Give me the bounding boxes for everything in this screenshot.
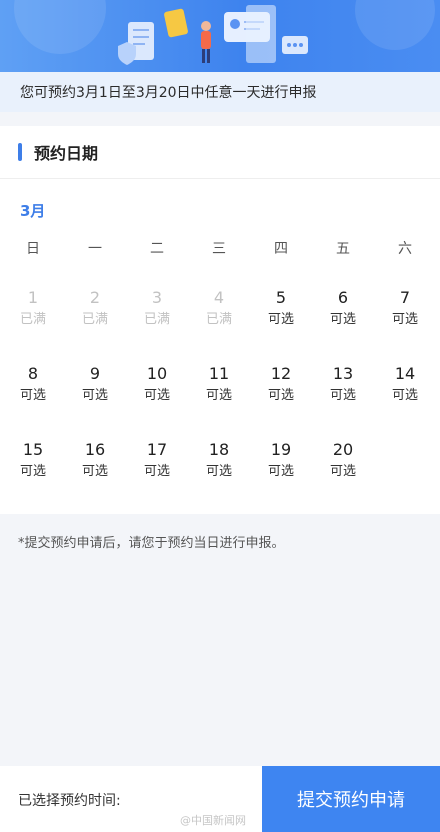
day-number: 11 [208,364,230,383]
day-cell-7[interactable]: 7 可选 [374,288,436,332]
day-status: 可选 [329,464,356,479]
weekday-thu: 四 [274,241,288,257]
selected-time-label: 已选择预约时间: [18,793,121,809]
day-number: 7 [399,288,411,307]
submit-appointment-button[interactable]: 提交预约申请 [262,766,440,832]
weekday-sat: 六 [398,241,412,257]
day-status: 已满 [19,312,46,327]
weekday-fri: 五 [336,241,350,257]
banner-illustration [14,0,435,65]
day-cell-13[interactable]: 13 可选 [312,364,374,408]
title-accent-bar [18,143,22,161]
date-picker-card: 预约日期 3月 日 一 二 三 四 五 六 1 已满 2 已满 3 已满 4 已满 5 可… [0,126,440,514]
day-number: 3 [151,288,163,307]
day-status: 可选 [267,312,294,327]
day-status: 可选 [391,388,418,403]
day-number: 19 [270,440,292,459]
day-number: 18 [208,440,230,459]
day-number: 5 [275,288,287,307]
day-number: 10 [146,364,168,383]
day-status: 可选 [205,464,232,479]
day-cell-15[interactable]: 15 可选 [2,440,64,484]
day-status: 可选 [19,464,46,479]
day-cell-4: 4 已满 [188,288,250,332]
calendar-grid: 1 已满 2 已满 3 已满 4 已满 5 可选 6 可选 7 可选 8 可选 9 可选 10 可选… [0,286,440,496]
day-cell-8[interactable]: 8 可选 [2,364,64,408]
day-number: 16 [84,440,106,459]
day-cell-11[interactable]: 11 可选 [188,364,250,408]
weekday-tue: 二 [150,241,164,257]
day-status: 可选 [19,388,46,403]
footnote-text: *提交预约申请后，请您于预约当日进行申报。 [18,536,285,551]
day-status: 可选 [143,464,170,479]
day-status: 可选 [267,464,294,479]
day-cell-5[interactable]: 5 可选 [250,288,312,332]
weekday-sun: 日 [26,241,40,257]
day-status: 可选 [267,388,294,403]
notice-text: 您可预约3月1日至3月20日中任意一天进行申报 [20,85,317,101]
notice-bar: 您可预约3月1日至3月20日中任意一天进行申报 [0,72,440,112]
day-cell-1: 1 已满 [2,288,64,332]
day-number: 20 [332,440,354,459]
day-cell-3: 3 已满 [126,288,188,332]
day-number: 6 [337,288,349,307]
day-number: 4 [213,288,225,307]
day-cell-16[interactable]: 16 可选 [64,440,126,484]
day-cell-19[interactable]: 19 可选 [250,440,312,484]
day-status: 可选 [205,388,232,403]
day-status: 可选 [81,388,108,403]
day-cell-10[interactable]: 10 可选 [126,364,188,408]
day-cell-14[interactable]: 14 可选 [374,364,436,408]
day-number: 9 [89,364,101,383]
weekday-mon: 一 [88,241,102,257]
day-status: 可选 [143,388,170,403]
header-banner [0,0,440,72]
month-label: 3月 [20,202,46,220]
day-cell-17[interactable]: 17 可选 [126,440,188,484]
day-number: 15 [22,440,44,459]
day-cell-18[interactable]: 18 可选 [188,440,250,484]
weekday-wed: 三 [212,241,226,257]
section-header: 预约日期 [0,126,440,179]
day-number: 17 [146,440,168,459]
section-title: 预约日期 [34,144,99,163]
day-number: 8 [27,364,39,383]
day-status: 可选 [391,312,418,327]
day-number: 13 [332,364,354,383]
day-cell-2: 2 已满 [64,288,126,332]
day-cell-12[interactable]: 12 可选 [250,364,312,408]
day-status: 已满 [143,312,170,327]
day-cell-6[interactable]: 6 可选 [312,288,374,332]
day-status: 可选 [329,312,356,327]
watermark: @中国新闻网 [180,814,246,827]
day-cell-9[interactable]: 9 可选 [64,364,126,408]
day-status: 已满 [205,312,232,327]
day-cell-20[interactable]: 20 可选 [312,440,374,484]
weekday-row: 日 一 二 三 四 五 六 [0,238,440,258]
day-status: 可选 [329,388,356,403]
day-number: 2 [89,288,101,307]
day-number: 1 [27,288,39,307]
day-number: 14 [394,364,416,383]
day-status: 可选 [81,464,108,479]
day-status: 已满 [81,312,108,327]
day-number: 12 [270,364,292,383]
